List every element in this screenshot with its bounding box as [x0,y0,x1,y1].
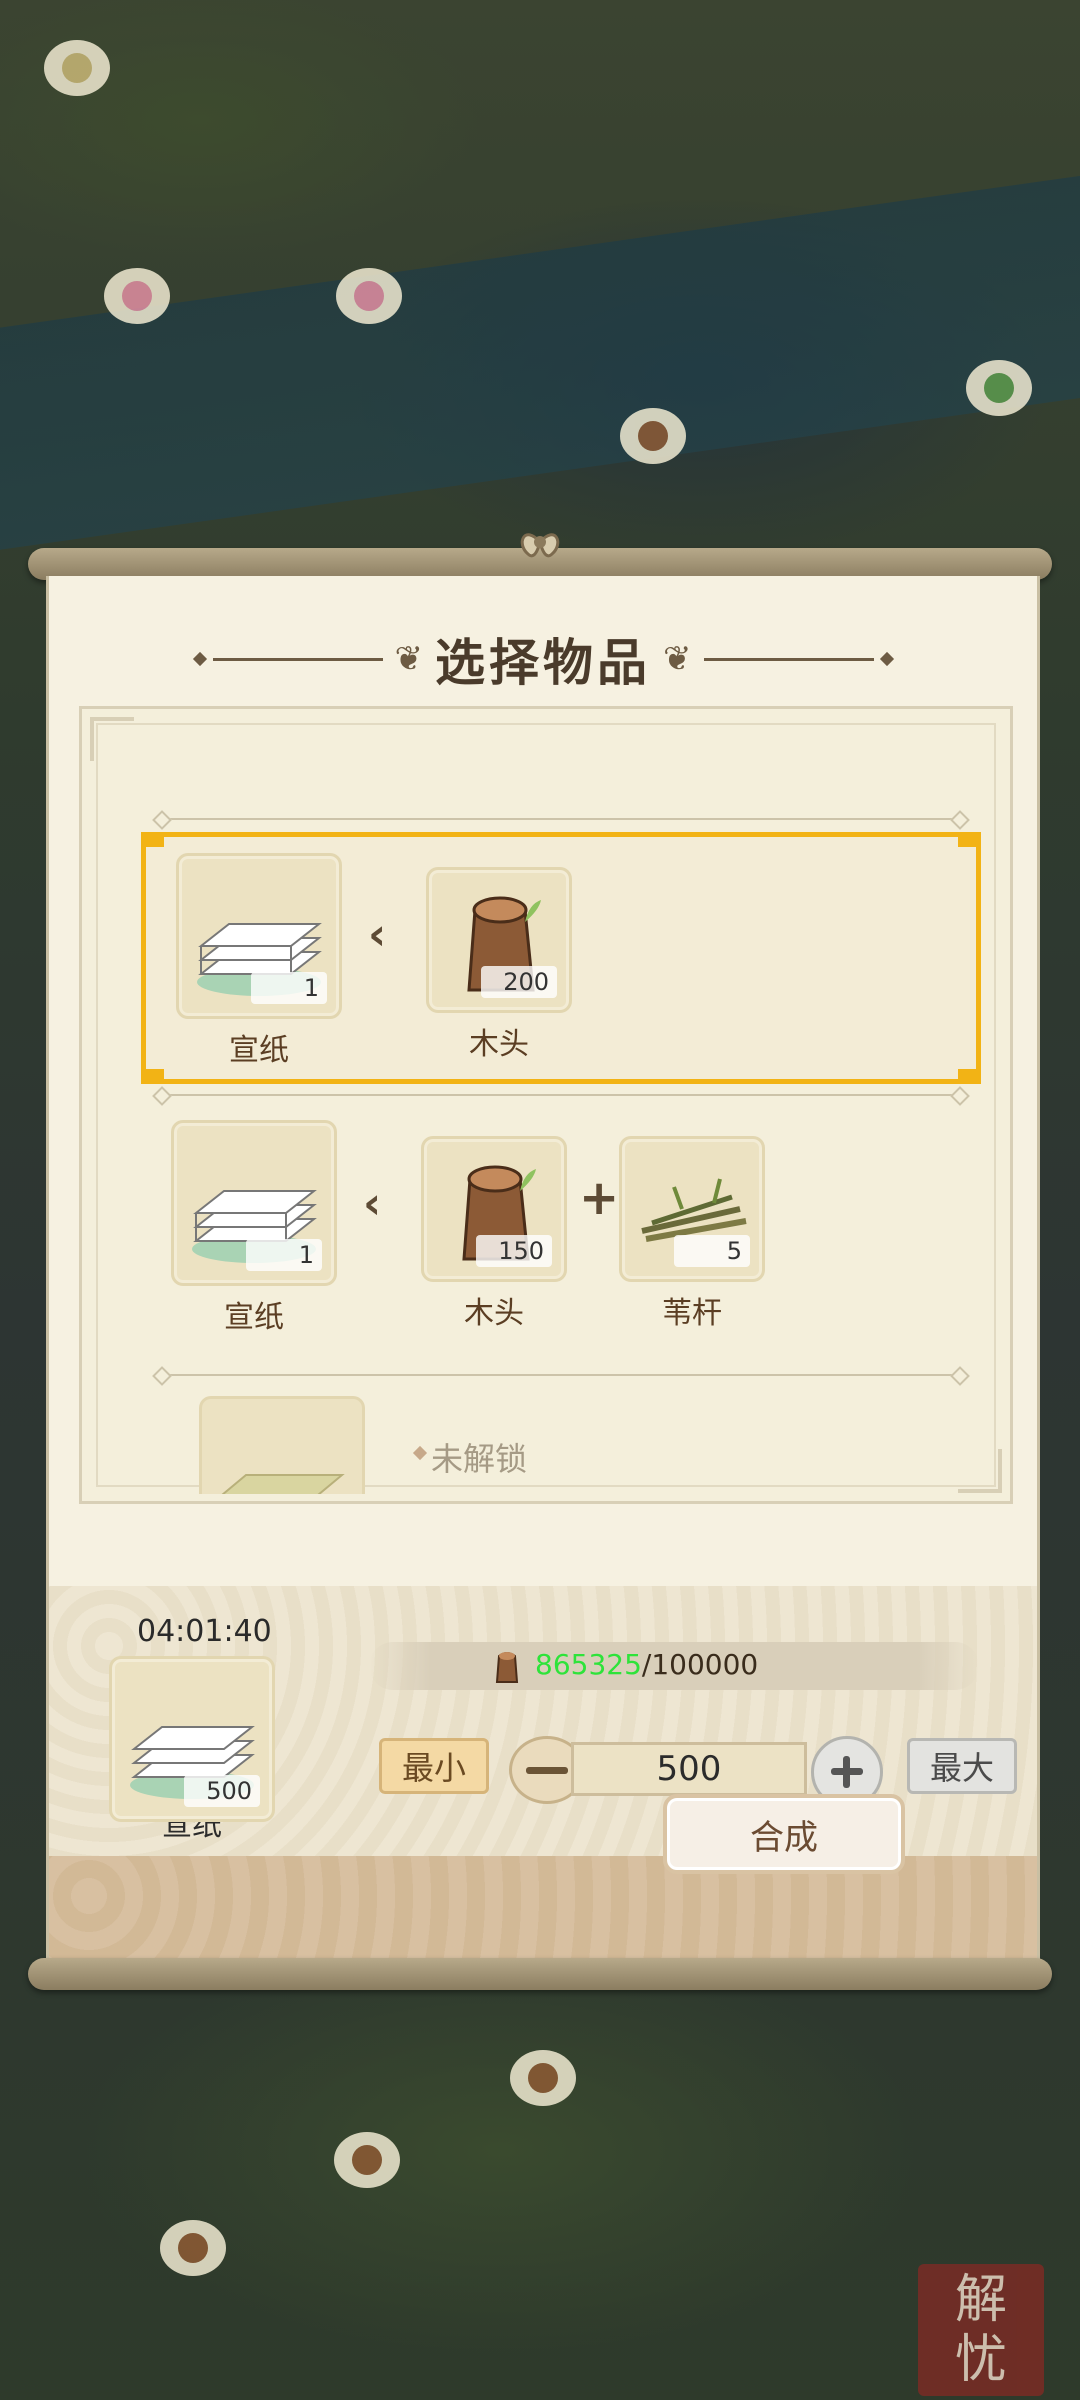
selection-corner [142,1069,164,1083]
item-count: 5 [674,1235,750,1267]
scroll-rod-bottom [28,1958,1052,1990]
locked-label: 未解锁 [431,1440,528,1478]
map-marker-lotus[interactable] [336,268,402,324]
selection-corner [958,833,980,847]
plus-icon [831,1756,863,1788]
scroll-paper: ❦ 选择物品 ❦ 1 宣纸 ‹ 200 木头 1 宣纸 ‹ 150 木头 + 5… [46,576,1040,1964]
item-slot: 1 [171,1120,337,1286]
min-button[interactable]: 最小 [379,1738,489,1794]
item-name: 宣纸 [229,1033,289,1068]
recipe-output: 1 宣纸 [176,853,342,1069]
craft-output: 500 宣纸 [109,1656,275,1844]
swirl-icon: ❦ [663,639,692,679]
item-count: 150 [476,1235,552,1267]
recipe-row[interactable]: 1 宣纸 ‹ 200 木头 [141,832,981,1084]
item-count: 1 [251,972,327,1004]
resource-current: 865325 [535,1648,642,1681]
divider [161,1094,961,1096]
plus-icon: + [579,1170,620,1226]
divider [161,818,961,820]
item-count: 1 [246,1239,322,1271]
divider [703,657,874,661]
map-marker-wood[interactable] [334,2132,400,2188]
corner-ornament-icon [90,717,134,761]
map-marker-wood[interactable] [160,2220,226,2276]
select-item-dialog: ❦ 选择物品 ❦ 1 宣纸 ‹ 200 木头 1 宣纸 ‹ 150 木头 + 5… [28,533,1052,1992]
item-slot: 1 [176,853,342,1019]
item-count: 200 [481,966,557,998]
map-marker-lotus[interactable] [104,268,170,324]
ribbon-knot-icon [520,533,560,558]
chevron-left-icon: ‹ [363,1178,382,1229]
craft-timer: 04:01:40 [137,1614,272,1649]
river [0,167,1080,553]
chevron-left-icon: ‹ [368,909,387,960]
locked-item-icon [221,1474,345,1494]
corner-ornament-icon [958,1449,1002,1493]
recipe-output: 1 宣纸 [171,1120,337,1336]
selection-corner [142,833,164,847]
title-row: ❦ 选择物品 ❦ [49,624,1037,694]
item-name: 木头 [464,1296,524,1331]
divider [212,657,383,661]
recipe-input: 5 苇杆 [619,1136,765,1332]
recipe-list[interactable] [79,706,1013,1504]
ornament-icon [192,651,207,667]
seal-text: 解忧 [954,2270,1007,2390]
recipe-input: 200 木头 [426,867,572,1063]
quantity-field[interactable]: 500 [571,1742,807,1796]
item-slot: 500 [109,1656,275,1822]
item-count: 500 [184,1775,260,1807]
selection-corner [958,1069,980,1083]
minus-icon [526,1767,568,1774]
item-name: 苇杆 [662,1296,722,1331]
item-name: 木头 [469,1027,529,1062]
map-marker-wood[interactable] [510,2050,576,2106]
map-marker-leaf[interactable] [966,360,1032,416]
item-slot: 200 [426,867,572,1013]
max-button[interactable]: 最大 [907,1738,1017,1794]
craft-button[interactable]: 合成 [663,1794,905,1874]
seal-button[interactable]: 解忧 [918,2264,1044,2396]
wood-log-icon [495,1652,519,1683]
resource-amount: 865325/100000 [535,1648,758,1681]
dialog-title: 选择物品 [435,634,651,692]
item-slot: 5 [619,1136,765,1282]
map-marker-lotus[interactable] [44,40,110,96]
item-name: 宣纸 [224,1300,284,1335]
locked-item-slot[interactable] [199,1396,365,1494]
item-slot: 150 [421,1136,567,1282]
ornament-icon [879,651,894,667]
recipe-input: 150 木头 [421,1136,567,1332]
recipe-row[interactable]: 1 宣纸 ‹ 150 木头 + 5 苇杆 [141,1108,981,1360]
resource-max: /100000 [641,1648,759,1681]
swirl-icon: ❦ [394,639,424,679]
divider [161,1374,961,1376]
map-marker-wood[interactable] [620,408,686,464]
